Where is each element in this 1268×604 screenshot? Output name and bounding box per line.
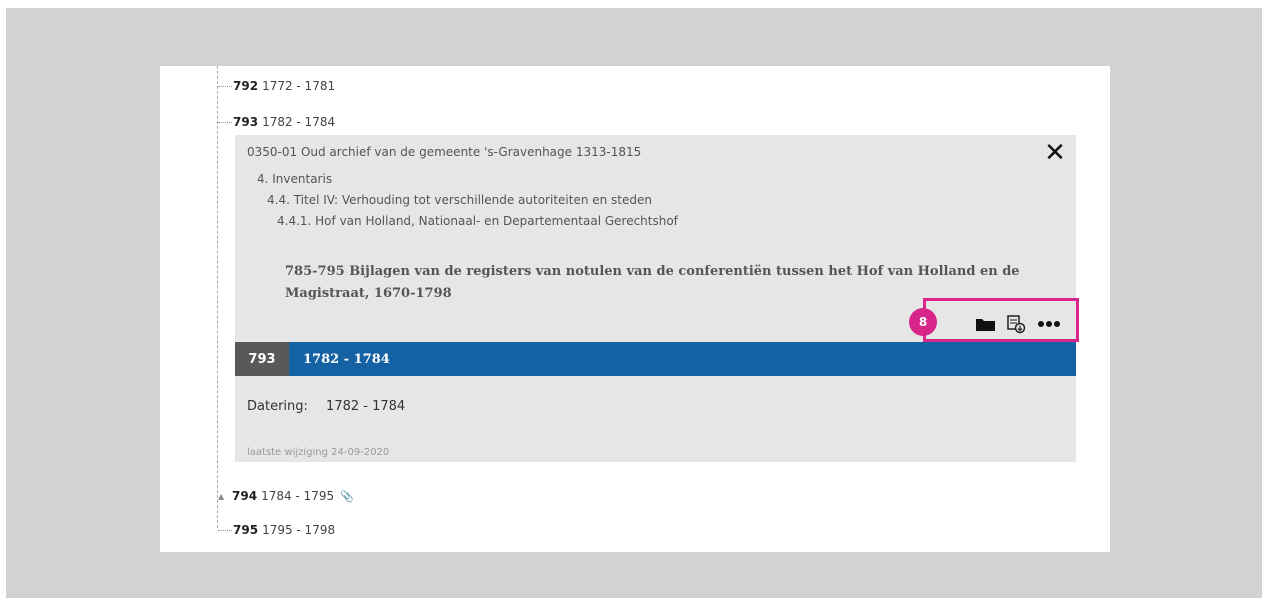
scan-icon[interactable] — [1006, 314, 1026, 334]
tree-item-number: 793 — [233, 115, 259, 129]
last-modified: laatste wijziging 24-09-2020 — [247, 447, 390, 458]
tree-connector — [218, 121, 232, 123]
datering-label: Datering: — [247, 399, 308, 414]
close-icon[interactable]: ✕ — [1043, 140, 1067, 166]
item-header-bar: 793 1782 - 1784 — [235, 342, 1076, 376]
item-number: 793 — [235, 342, 289, 376]
paperclip-icon: 📎 — [340, 489, 354, 503]
tree-item-793[interactable]: 793 1782 - 1784 — [218, 112, 335, 132]
tree-item-795[interactable]: 795 1795 - 1798 — [218, 520, 335, 540]
tree-item-number: 795 — [233, 523, 259, 537]
breadcrumb-level-3[interactable]: 4.4.1. Hof van Holland, Nationaal- en De… — [277, 214, 678, 228]
tree-connector — [218, 85, 232, 87]
datering-field: Datering: 1782 - 1784 — [247, 399, 405, 414]
item-title: 1782 - 1784 — [303, 351, 390, 367]
tree-item-range: 1772 - 1781 — [262, 79, 336, 93]
tree-item-number: 792 — [233, 79, 259, 93]
tree-item-794[interactable]: ▲ 794 1784 - 1795 📎 — [218, 486, 354, 506]
tree-item-number: 794 — [232, 489, 258, 503]
tree-item-range: 1784 - 1795 — [261, 489, 335, 503]
archive-title[interactable]: 0350-01 Oud archief van de gemeente 's-G… — [247, 145, 641, 159]
tree-item-792[interactable]: 792 1772 - 1781 — [218, 76, 335, 96]
breadcrumb-level-1[interactable]: 4. Inventaris — [257, 172, 332, 186]
tree-connector — [218, 529, 232, 531]
detail-panel: 0350-01 Oud archief van de gemeente 's-G… — [235, 135, 1079, 462]
breadcrumb-level-2[interactable]: 4.4. Titel IV: Verhouding tot verschille… — [267, 193, 652, 207]
step-badge: 8 — [909, 308, 937, 336]
tree-item-range: 1795 - 1798 — [262, 523, 336, 537]
tree-item-range: 1782 - 1784 — [262, 115, 336, 129]
folder-icon[interactable] — [975, 316, 997, 332]
datering-value: 1782 - 1784 — [326, 399, 406, 414]
more-icon[interactable] — [1037, 320, 1061, 328]
expand-arrow-icon[interactable]: ▲ — [218, 492, 232, 501]
tree-line — [217, 66, 218, 528]
